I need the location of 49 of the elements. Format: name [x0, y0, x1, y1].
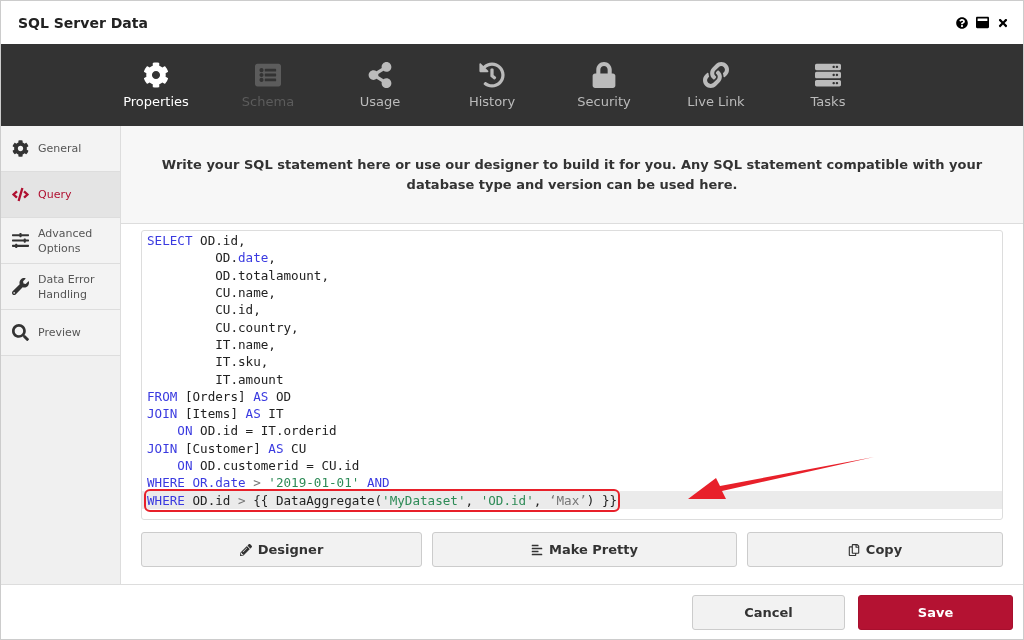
code-line: JOIN [Customer] AS CU	[147, 439, 307, 457]
code-icon	[12, 186, 29, 203]
editor-button[interactable]: Copy	[747, 532, 1003, 567]
nav-tab[interactable]: Usage	[324, 44, 436, 126]
code-line: ON OD.id = IT.orderid	[176, 422, 337, 440]
nav-tab[interactable]: Properties	[100, 44, 212, 126]
cancel-button[interactable]: Cancel	[692, 594, 845, 630]
wrench-icon	[12, 278, 29, 295]
code-line: WHERE OR.date > '2019-01-01' AND	[147, 474, 390, 492]
nav-tab[interactable]: History	[436, 44, 548, 126]
code-line: IT.name,	[214, 335, 276, 353]
code-line: OD.date,	[214, 249, 276, 267]
history-icon	[479, 61, 505, 88]
align-left-icon	[531, 543, 543, 556]
server-icon	[815, 61, 841, 88]
code-line: FROM [Orders] AS OD	[147, 387, 292, 405]
chain-link-icon	[703, 61, 729, 88]
gear-icon	[12, 140, 29, 157]
sidebar-item[interactable]: Query	[1, 172, 120, 218]
code-line: JOIN [Items] AS IT	[147, 405, 284, 423]
lock-icon	[591, 61, 617, 88]
window-title: SQL Server Data	[18, 14, 148, 31]
code-line: CU.id,	[214, 301, 261, 319]
copy-icon	[847, 543, 860, 556]
editor-button[interactable]: Designer	[141, 532, 422, 567]
description-text: Write your SQL statement here or use our designer to build it for you. Any SQL statement compatible with your database type and version can be used here.	[160, 155, 984, 194]
help-icon[interactable]	[956, 16, 968, 29]
nav-tab[interactable]: Live Link	[660, 44, 772, 126]
maximize-icon[interactable]	[976, 16, 989, 29]
share-icon	[367, 61, 393, 88]
code-line: SELECT OD.id,	[147, 232, 246, 250]
sliders-icon	[12, 232, 29, 249]
code-line: CU.country,	[214, 318, 299, 336]
code-line: OD.totalamount,	[214, 266, 329, 284]
close-icon[interactable]	[997, 16, 1009, 29]
code-line: IT.sku,	[214, 353, 269, 371]
code-editor[interactable]	[141, 230, 1003, 520]
editor-button[interactable]: Make Pretty	[432, 532, 737, 567]
save-button[interactable]: Save	[858, 594, 1013, 630]
pencil-icon	[239, 543, 252, 556]
search-icon	[12, 324, 29, 341]
list-icon	[255, 61, 281, 88]
nav-tab[interactable]: Tasks	[772, 44, 884, 126]
gear-icon	[143, 61, 169, 88]
code-line: ON OD.customerid = CU.id	[176, 457, 360, 474]
nav-tab[interactable]: Security	[548, 44, 660, 126]
code-line: CU.name,	[214, 284, 276, 302]
code-line: WHERE OD.id > {{ DataAggregate('MyDataset', 'OD.id', ‘Max’) }}	[147, 491, 618, 509]
code-line: IT.amount	[214, 370, 284, 388]
